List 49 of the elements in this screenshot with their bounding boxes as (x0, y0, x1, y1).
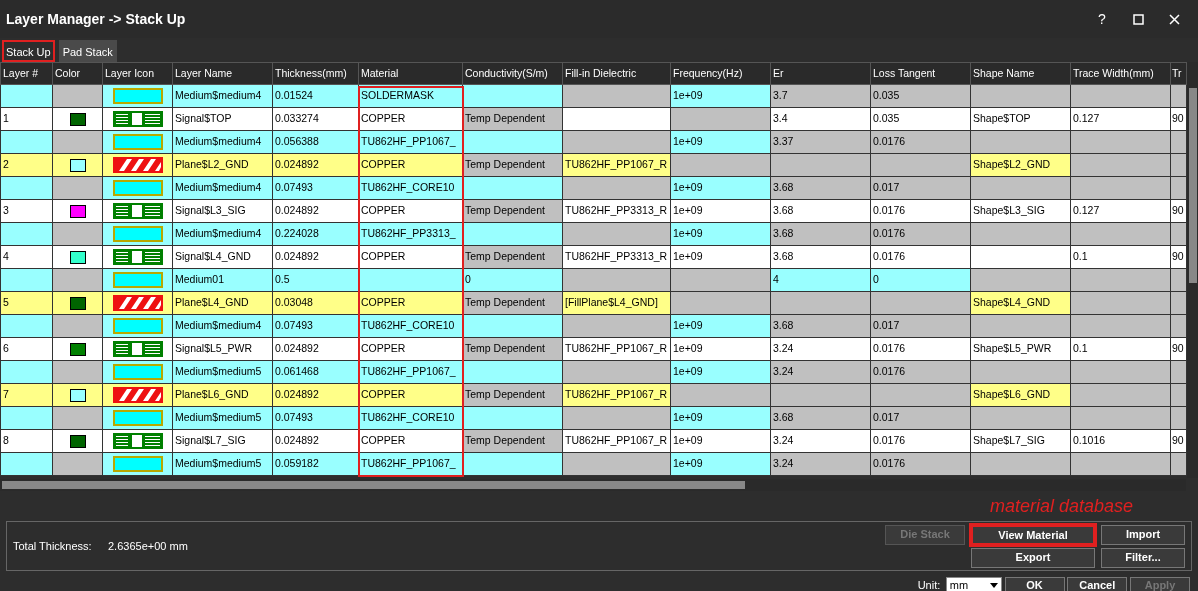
total-thickness-label: Total Thickness: (13, 538, 93, 554)
column-header[interactable]: Conductivity(S/m) (462, 62, 563, 85)
column-header[interactable]: Loss Tangent (870, 62, 971, 85)
panel-button[interactable]: Import (1101, 524, 1185, 545)
table-cell[interactable]: [FillPlane$L4_GND] (562, 291, 671, 315)
panel-button[interactable]: Export (971, 547, 1095, 568)
dialog-button[interactable]: OK (1004, 577, 1065, 591)
table-cell: 2 (0, 153, 53, 177)
dialog-button[interactable]: Cancel (1067, 577, 1128, 591)
maximize-icon[interactable] (1132, 13, 1144, 25)
scrollbar-thumb[interactable] (1189, 88, 1197, 283)
table-cell: 6 (0, 337, 53, 361)
column-header[interactable]: Color (52, 62, 103, 85)
table-cell[interactable]: TU862HF_PP1067_R (562, 429, 671, 453)
total-thickness-value: 2.6365e+00 mm (108, 538, 189, 554)
table-cell: 7 (0, 383, 53, 407)
table-cell: 1 (0, 107, 53, 131)
column-header[interactable]: Fill-in Dielectric (562, 62, 671, 85)
table-cell: 4 (0, 245, 53, 269)
table-cell: 8 (0, 429, 53, 453)
table-cell[interactable]: TU862HF_PP1067_R (562, 153, 671, 177)
column-header[interactable]: Layer Icon (102, 62, 173, 85)
column-header[interactable]: Layer # (0, 62, 53, 85)
column-header[interactable]: Shape Name (970, 62, 1071, 85)
table-cell[interactable] (562, 107, 671, 131)
table-cell[interactable]: TU862HF_PP3313_R (562, 245, 671, 269)
annotation-text: material database (990, 496, 1134, 516)
column-header[interactable]: Er (770, 62, 871, 85)
help-button[interactable]: ? (1084, 8, 1120, 30)
column-header[interactable]: Frequency(Hz) (670, 62, 771, 85)
table-cell[interactable]: TU862HF_PP3313_R (562, 199, 671, 223)
tab[interactable]: Pad Stack (58, 40, 117, 62)
unit-dropdown[interactable]: mm (945, 577, 1002, 591)
window-title: Layer Manager -> Stack Up (6, 9, 187, 29)
column-header[interactable]: Thickness(mm) (272, 62, 359, 85)
column-header[interactable]: Layer Name (172, 62, 273, 85)
column-header[interactable]: Trace Width(mm) (1070, 62, 1171, 85)
panel-button[interactable]: Filter... (1101, 547, 1185, 568)
table-cell: 3 (0, 199, 53, 223)
tab[interactable]: Stack Up (2, 40, 55, 62)
panel-button[interactable]: View Material (971, 524, 1095, 545)
close-icon[interactable] (1168, 13, 1180, 25)
caret-icon (989, 582, 998, 588)
table-cell[interactable]: TU862HF_PP1067_R (562, 383, 671, 407)
table-cell: 5 (0, 291, 53, 315)
column-header[interactable]: Material (358, 62, 463, 85)
table-cell[interactable]: TU862HF_PP1067_R (562, 337, 671, 361)
scrollbar-thumb[interactable] (2, 481, 745, 489)
unit-label: Unit: (917, 577, 941, 591)
